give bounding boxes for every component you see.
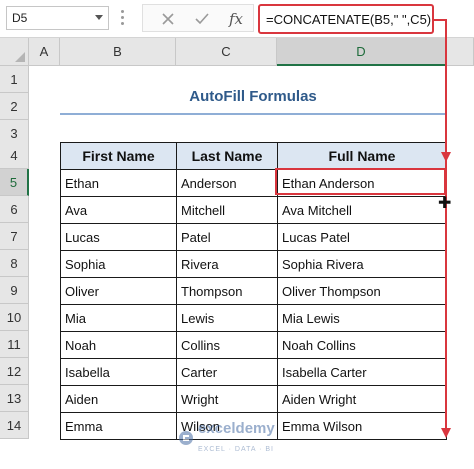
fill-handle-cursor-icon[interactable]: ✚ [438, 193, 451, 213]
watermark-name: exceldemy [198, 420, 275, 437]
logo-icon [179, 431, 193, 445]
watermark: exceldemy EXCEL · DATA · BI [178, 420, 275, 456]
watermark-tagline: EXCEL · DATA · BI [198, 446, 274, 453]
annotation-arrow-icon [434, 19, 451, 438]
